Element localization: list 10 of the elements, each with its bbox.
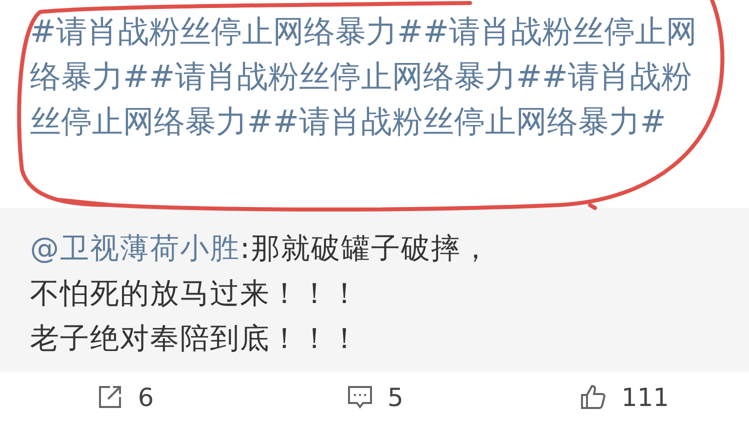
comment-icon: [346, 383, 374, 411]
hashtag-text[interactable]: #请肖战粉丝停止网络暴力##请肖战粉丝停止网络暴力##请肖战粉丝停止网络暴力##请肖战粉丝停止网络暴力##请肖战粉丝停止网络暴力#: [30, 10, 720, 145]
quoted-text: 老子绝对奉陪到底！！！: [30, 320, 361, 357]
quoted-text: 不怕死的放马过来！！！: [30, 275, 361, 312]
repost-button[interactable]: 6: [0, 382, 250, 412]
mention-link[interactable]: @卫视薄荷小胜: [30, 231, 240, 265]
comment-button[interactable]: 5: [250, 382, 500, 412]
thumbs-up-icon: [579, 383, 608, 411]
like-button[interactable]: 111: [499, 382, 749, 412]
quoted-text: @卫视薄荷小胜:那就破罐子破摔，: [30, 230, 492, 267]
